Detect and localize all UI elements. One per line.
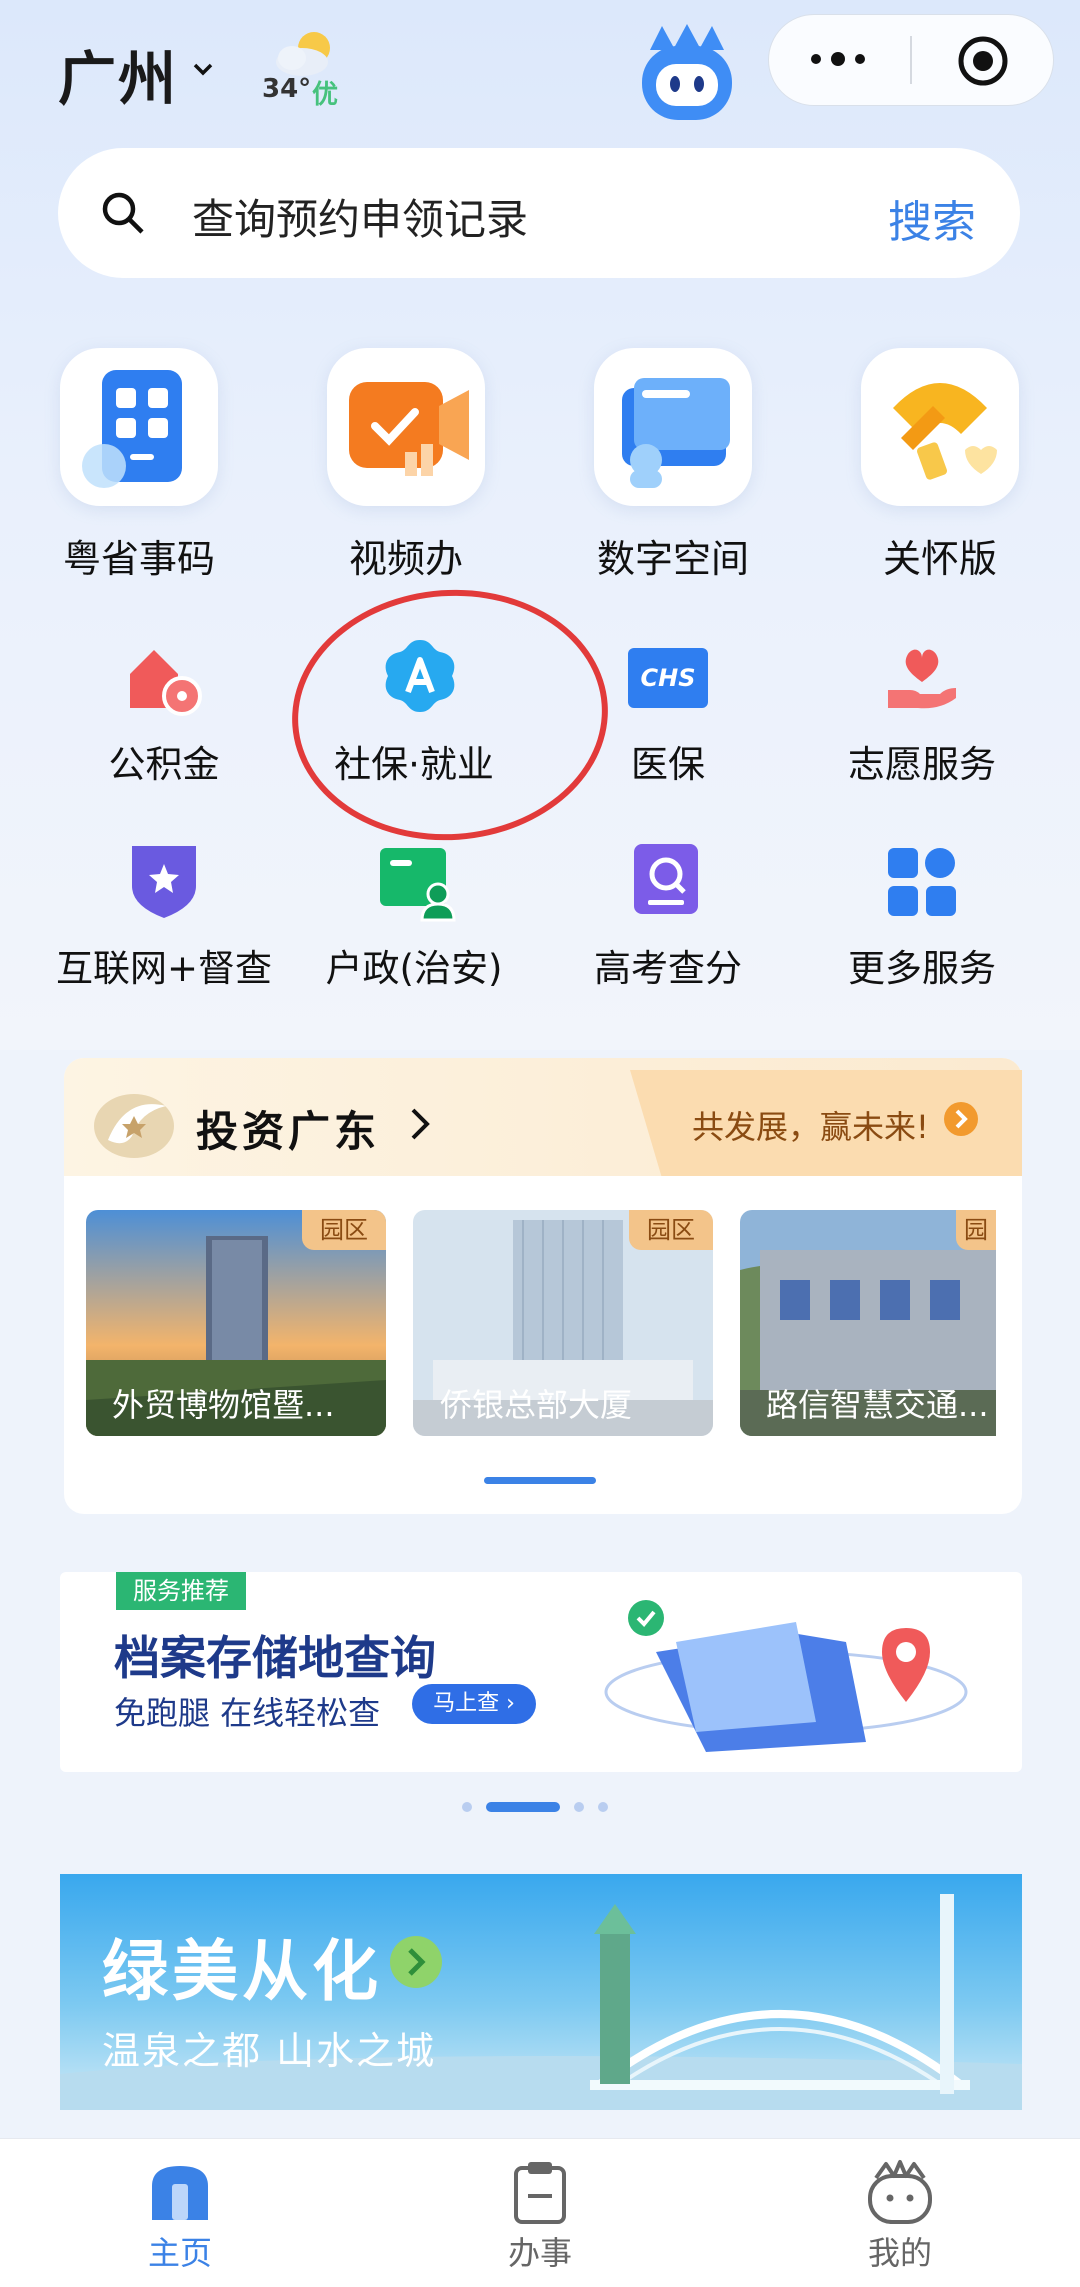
arrow-right-circle-icon[interactable] bbox=[390, 1936, 442, 1988]
qr-code-icon bbox=[82, 370, 182, 488]
video-icon bbox=[349, 382, 469, 476]
pager-dot bbox=[598, 1802, 608, 1812]
service-exam-score[interactable] bbox=[630, 842, 710, 922]
pager-dot bbox=[574, 1802, 584, 1812]
tab-label: 主页 bbox=[147, 2234, 212, 2272]
invest-slogan[interactable]: 共发展，赢未来! bbox=[692, 1102, 929, 1148]
home-icon bbox=[152, 2166, 208, 2220]
more-options-icon[interactable] bbox=[808, 48, 868, 70]
primary-service-label: 粤省事码 bbox=[62, 537, 215, 581]
assistant-robot-icon[interactable] bbox=[632, 20, 742, 124]
service-label: 更多服务 bbox=[848, 947, 996, 990]
service-more[interactable] bbox=[882, 842, 962, 922]
chevron-down-icon[interactable] bbox=[192, 58, 214, 80]
shield-star-icon bbox=[132, 846, 196, 918]
pager-dot bbox=[462, 1802, 472, 1812]
service-housing-fund[interactable] bbox=[124, 640, 204, 720]
card-tag: 园 bbox=[956, 1210, 996, 1250]
search-doc-icon bbox=[634, 844, 698, 914]
service-label: 高考查分 bbox=[594, 947, 742, 990]
grid-icon bbox=[888, 848, 956, 916]
primary-service-label: 关怀版 bbox=[882, 537, 997, 581]
recommend-subtitle: 免跑腿 在线轻松查 bbox=[114, 1694, 381, 1732]
close-miniapp-icon[interactable] bbox=[956, 34, 1010, 88]
invest-logo-icon bbox=[94, 1094, 174, 1158]
service-label: 公积金 bbox=[108, 743, 220, 786]
capsule-divider bbox=[910, 36, 912, 84]
card-tag: 园区 bbox=[302, 1210, 386, 1250]
profile-mascot-icon bbox=[868, 2160, 932, 2224]
chevron-right-icon[interactable] bbox=[408, 1106, 432, 1142]
air-quality: 优 bbox=[312, 80, 339, 110]
primary-service-digital[interactable] bbox=[594, 348, 752, 506]
invest-title[interactable]: 投资广东 bbox=[196, 1098, 380, 1159]
recommend-tag: 服务推荐 bbox=[116, 1572, 246, 1610]
primary-service-video[interactable] bbox=[327, 348, 485, 506]
primary-service-qr[interactable] bbox=[60, 348, 218, 506]
primary-service-care[interactable] bbox=[861, 348, 1019, 506]
service-label: 志愿服务 bbox=[848, 743, 996, 786]
arrow-right-circle-icon[interactable] bbox=[944, 1102, 978, 1136]
tab-label: 办事 bbox=[507, 2234, 572, 2272]
house-fund-icon bbox=[130, 650, 202, 716]
card-caption: 外贸博物馆暨... bbox=[112, 1386, 335, 1424]
search-button[interactable]: 搜索 bbox=[888, 186, 976, 250]
search-icon bbox=[102, 192, 144, 234]
heart-hand-icon bbox=[888, 649, 956, 709]
folder-card-icon bbox=[622, 378, 730, 488]
service-household[interactable] bbox=[378, 842, 458, 922]
banner-subtitle: 温泉之都 山水之城 bbox=[102, 2029, 437, 2073]
service-label: 互联网+督查 bbox=[55, 947, 272, 990]
id-card-icon bbox=[380, 848, 456, 922]
pager-dot-active bbox=[486, 1802, 560, 1812]
card-tag: 园区 bbox=[629, 1210, 713, 1250]
service-volunteer[interactable] bbox=[882, 638, 962, 718]
service-label: 户政(治安) bbox=[325, 947, 503, 990]
service-internet-supervision[interactable] bbox=[124, 840, 204, 920]
ribbon-icon bbox=[893, 383, 997, 480]
card-caption: 路信智慧交通... bbox=[766, 1386, 989, 1424]
tab-label: 我的 bbox=[867, 2234, 932, 2272]
card-caption: 侨银总部大厦 bbox=[440, 1386, 633, 1424]
city-selector[interactable]: 广州 bbox=[58, 32, 178, 116]
folder-location-icon bbox=[604, 1600, 968, 1752]
primary-service-label: 数字空间 bbox=[596, 537, 749, 581]
recommend-title: 档案存储地查询 bbox=[114, 1631, 436, 1685]
temperature: 34° bbox=[262, 74, 312, 104]
banner-title: 绿美从化 bbox=[102, 1933, 382, 2010]
query-now-button[interactable]: 马上查 › bbox=[412, 1684, 536, 1724]
clipboard-icon bbox=[514, 2162, 566, 2224]
primary-service-label: 视频办 bbox=[348, 537, 463, 581]
search-input[interactable]: 查询预约申领记录 bbox=[192, 186, 528, 247]
chs-icon[interactable]: CHS bbox=[628, 648, 708, 708]
card-scroll-indicator bbox=[484, 1477, 596, 1484]
